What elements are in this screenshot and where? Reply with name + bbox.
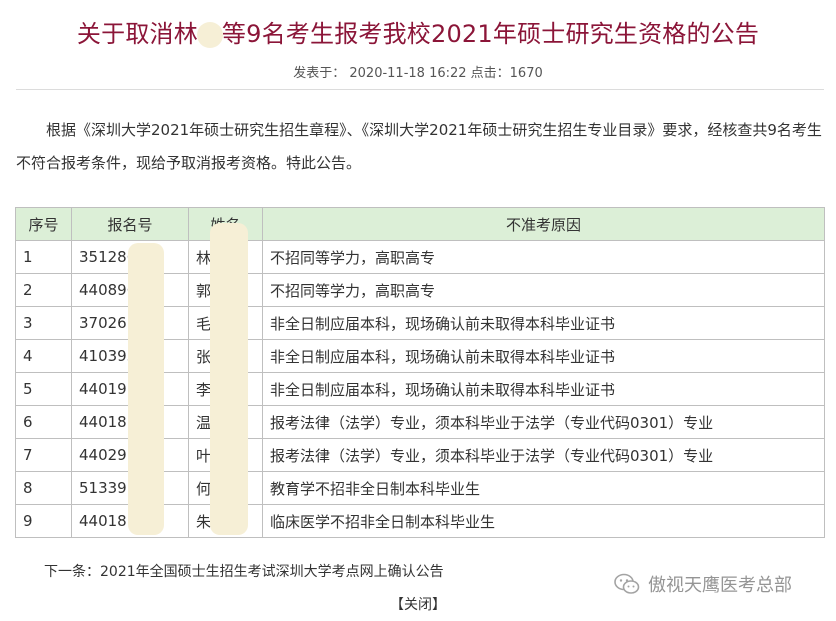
- post-meta: 发表于： 2020-11-18 16:22 点击：1670: [293, 66, 543, 81]
- announcement-page: 关于取消林 等9名考生报考我校2021年硕士研究生资格的公告 发表于： 2020-…: [0, 0, 836, 621]
- header-no: 序号: [15, 207, 72, 241]
- cell-no: 2: [15, 273, 72, 307]
- cell-reason: 不招同等学力，高职高专: [262, 240, 825, 274]
- close-button[interactable]: 【关闭】: [0, 594, 836, 614]
- cell-reason: 教育学不招非全日制本科毕业生: [262, 471, 825, 505]
- cell-reason: 不招同等学力，高职高专: [262, 273, 825, 307]
- wechat-icon: [614, 573, 640, 594]
- cell-reason: 报考法律（法学）专业，须本科毕业于法学（专业代码0301）专业: [262, 405, 825, 439]
- cell-no: 4: [15, 339, 72, 373]
- cell-no: 9: [15, 504, 72, 538]
- watermark: 傲视天鹰医考总部: [614, 571, 792, 597]
- cell-no: 1: [15, 240, 72, 274]
- name-redaction-overlay: [210, 223, 248, 535]
- header-reason: 不准考原因: [262, 207, 825, 241]
- header-divider: [16, 89, 824, 90]
- title-part-before: 关于取消林: [76, 20, 198, 48]
- title-part-after: 等9名考生报考我校2021年硕士研究生资格的公告: [221, 20, 760, 48]
- cell-no: 5: [15, 372, 72, 406]
- table-header-row: 序号 报名号 姓名 不准考原因: [15, 207, 825, 241]
- cell-no: 3: [15, 306, 72, 340]
- cell-reason: 临床医学不招非全日制本科毕业生: [262, 504, 825, 538]
- page-title: 关于取消林 等9名考生报考我校2021年硕士研究生资格的公告: [0, 14, 836, 49]
- cell-no: 6: [15, 405, 72, 439]
- cell-no: 8: [15, 471, 72, 505]
- cell-no: 7: [15, 438, 72, 472]
- next-article-link[interactable]: 下一条：2021年全国硕士生招生考试深圳大学考点网上确认公告: [44, 561, 444, 581]
- cell-reason: 非全日制应届本科，现场确认前未取得本科毕业证书: [262, 306, 825, 340]
- watermark-text: 傲视天鹰医考总部: [648, 575, 792, 596]
- cell-reason: 报考法律（法学）专业，须本科毕业于法学（专业代码0301）专业: [262, 438, 825, 472]
- title-redaction: [196, 22, 223, 48]
- cell-reason: 非全日制应届本科，现场确认前未取得本科毕业证书: [262, 339, 825, 373]
- header-id: 报名号: [71, 207, 189, 241]
- announcement-paragraph: 根据《深圳大学2021年硕士研究生招生章程》、《深圳大学2021年硕士研究生招生…: [16, 121, 822, 172]
- cell-reason: 非全日制应届本科，现场确认前未取得本科毕业证书: [262, 372, 825, 406]
- id-redaction-overlay: [128, 243, 164, 535]
